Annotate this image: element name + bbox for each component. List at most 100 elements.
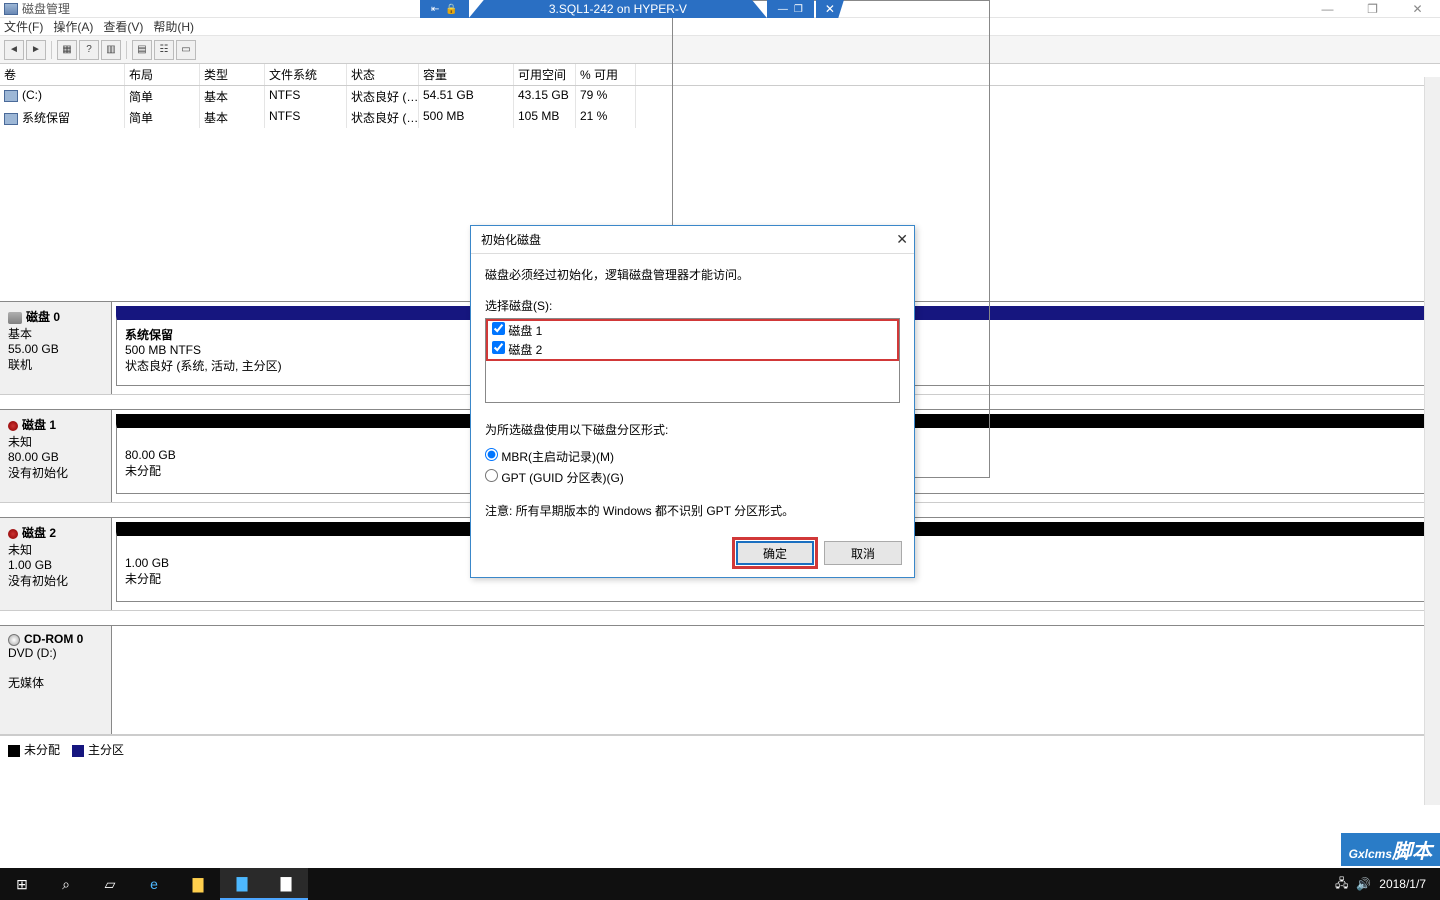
- dialog-buttons: 确定 取消: [471, 531, 914, 577]
- cell-cap: 500 MB: [419, 107, 514, 128]
- tray-date[interactable]: 2018/1/7: [1379, 877, 1426, 891]
- minimize-button[interactable]: —: [1305, 0, 1350, 18]
- legend: 未分配 主分区: [0, 735, 1440, 763]
- menu-action[interactable]: 操作(A): [53, 18, 93, 35]
- disk-type: 未知: [8, 543, 32, 557]
- table-row[interactable]: (C:) 简单 基本 NTFS 状态良好 (… 54.51 GB 43.15 G…: [0, 86, 1440, 107]
- taskbar: ⊞ ⌕ ▱ e ▇ ▇ ▇ 🖧 🔊 2018/1/7: [0, 868, 1440, 900]
- radio[interactable]: [485, 469, 498, 482]
- hv-maximize-icon[interactable]: ❐: [794, 4, 803, 15]
- toolbar-view2-icon[interactable]: ▥: [101, 40, 121, 60]
- checkbox[interactable]: [492, 341, 505, 354]
- cell-fs: NTFS: [265, 86, 347, 107]
- col-filesystem[interactable]: 文件系统: [265, 64, 347, 85]
- taskbar-app-2[interactable]: ▇: [264, 868, 308, 900]
- toolbar-layout1-icon[interactable]: ▤: [132, 40, 152, 60]
- partition-size: 1.00 GB: [125, 556, 169, 570]
- taskbar-app-1[interactable]: ▇: [220, 868, 264, 900]
- radio-gpt[interactable]: GPT (GUID 分区表)(G): [485, 467, 900, 488]
- menu-file[interactable]: 文件(F): [4, 18, 43, 35]
- menu-view[interactable]: 查看(V): [103, 18, 143, 35]
- cell-vol: (C:): [0, 86, 125, 107]
- hv-close-button[interactable]: ✕: [816, 0, 844, 18]
- partition-size: 500 MB NTFS: [125, 343, 201, 357]
- toolbar: ◄ ► ▦ ? ▥ ▤ ☷ ▭: [0, 36, 1440, 64]
- start-button[interactable]: ⊞: [0, 868, 44, 900]
- disk-info[interactable]: CD-ROM 0 DVD (D:) 无媒体: [0, 626, 112, 734]
- col-percent[interactable]: % 可用: [576, 64, 636, 85]
- unknown-disk-icon: [8, 529, 18, 539]
- cell-fs: NTFS: [265, 107, 347, 128]
- cell-free: 105 MB: [514, 107, 576, 128]
- col-status[interactable]: 状态: [347, 64, 419, 85]
- radio[interactable]: [485, 448, 498, 461]
- lock-icon[interactable]: 🔒: [445, 4, 457, 15]
- hyperv-left-controls: ⇤ 🔒: [420, 0, 469, 18]
- disk-info[interactable]: 磁盘 0 基本 55.00 GB 联机: [0, 302, 112, 394]
- dialog-titlebar: 初始化磁盘 ✕: [471, 226, 914, 254]
- radio-label: GPT (GUID 分区表)(G): [501, 471, 623, 485]
- dialog-title: 初始化磁盘: [481, 231, 541, 248]
- disk-state: 没有初始化: [8, 466, 68, 480]
- pin-icon[interactable]: ⇤: [431, 4, 439, 15]
- toolbar-separator: [51, 41, 52, 59]
- disk-selection-list: 磁盘 1 磁盘 2: [485, 318, 900, 403]
- maximize-button[interactable]: ❐: [1350, 0, 1395, 18]
- disk-size: 1.00 GB: [8, 558, 52, 572]
- disk-checkbox-1[interactable]: 磁盘 1: [486, 319, 899, 340]
- toolbar-separator: [126, 41, 127, 59]
- table-row[interactable]: 系统保留 简单 基本 NTFS 状态良好 (… 500 MB 105 MB 21…: [0, 107, 1440, 128]
- tray-network-icon[interactable]: 🖧: [1335, 874, 1348, 895]
- partition-status: 未分配: [125, 464, 161, 478]
- disk-pane-cd: CD-ROM 0 DVD (D:) 无媒体: [0, 625, 1440, 735]
- disk-type: 基本: [8, 327, 32, 341]
- menu-help[interactable]: 帮助(H): [153, 18, 194, 35]
- col-volume[interactable]: 卷: [0, 64, 125, 85]
- col-type[interactable]: 类型: [200, 64, 265, 85]
- disk-info[interactable]: 磁盘 2 未知 1.00 GB 没有初始化: [0, 518, 112, 610]
- hyperv-title: 3.SQL1-242 on HYPER-V: [469, 0, 767, 18]
- disk-info[interactable]: 磁盘 1 未知 80.00 GB 没有初始化: [0, 410, 112, 502]
- disk-checkbox-2[interactable]: 磁盘 2: [486, 340, 899, 361]
- legend-swatch-primary: [72, 745, 84, 757]
- cell-vol: 系统保留: [0, 107, 125, 128]
- disk-partitions: [112, 626, 1440, 734]
- disk-state: 联机: [8, 358, 32, 372]
- toolbar-view1-icon[interactable]: ▦: [57, 40, 77, 60]
- cell-free: 43.15 GB: [514, 86, 576, 107]
- cell-type: 基本: [200, 86, 265, 107]
- toolbar-layout3-icon[interactable]: ▭: [176, 40, 196, 60]
- search-icon[interactable]: ⌕: [44, 868, 88, 900]
- checkbox[interactable]: [492, 322, 505, 335]
- partition-status: 未分配: [125, 572, 161, 586]
- tray-sound-icon[interactable]: 🔊: [1356, 877, 1371, 891]
- hdd-icon: [8, 312, 22, 324]
- cancel-button[interactable]: 取消: [824, 541, 902, 565]
- watermark-sub: 脚本: [1392, 841, 1432, 863]
- col-capacity[interactable]: 容量: [419, 64, 514, 85]
- disk-name: CD-ROM 0: [24, 632, 83, 646]
- legend-label: 主分区: [88, 743, 124, 757]
- cell-status: 状态良好 (…: [347, 86, 419, 107]
- radio-label: MBR(主启动记录)(M): [501, 450, 614, 464]
- toolbar-back-icon[interactable]: ◄: [4, 40, 24, 60]
- toolbar-layout2-icon[interactable]: ☷: [154, 40, 174, 60]
- close-button[interactable]: ✕: [1395, 0, 1440, 18]
- legend-swatch-unalloc: [8, 745, 20, 757]
- radio-mbr[interactable]: MBR(主启动记录)(M): [485, 446, 900, 467]
- ie-icon[interactable]: e: [132, 868, 176, 900]
- col-layout[interactable]: 布局: [125, 64, 200, 85]
- window-controls: — ❐ ✕: [1305, 0, 1440, 18]
- ok-button[interactable]: 确定: [736, 541, 814, 565]
- task-view-icon[interactable]: ▱: [88, 868, 132, 900]
- explorer-icon[interactable]: ▇: [176, 868, 220, 900]
- system-tray: 🖧 🔊 2018/1/7: [1327, 868, 1434, 900]
- cell-cap: 54.51 GB: [419, 86, 514, 107]
- hv-minimize-icon[interactable]: —: [778, 4, 788, 15]
- col-free[interactable]: 可用空间: [514, 64, 576, 85]
- vertical-scrollbar[interactable]: [1424, 77, 1440, 805]
- legend-label: 未分配: [24, 743, 60, 757]
- toolbar-help-icon[interactable]: ?: [79, 40, 99, 60]
- dialog-close-button[interactable]: ✕: [896, 231, 908, 248]
- toolbar-forward-icon[interactable]: ►: [26, 40, 46, 60]
